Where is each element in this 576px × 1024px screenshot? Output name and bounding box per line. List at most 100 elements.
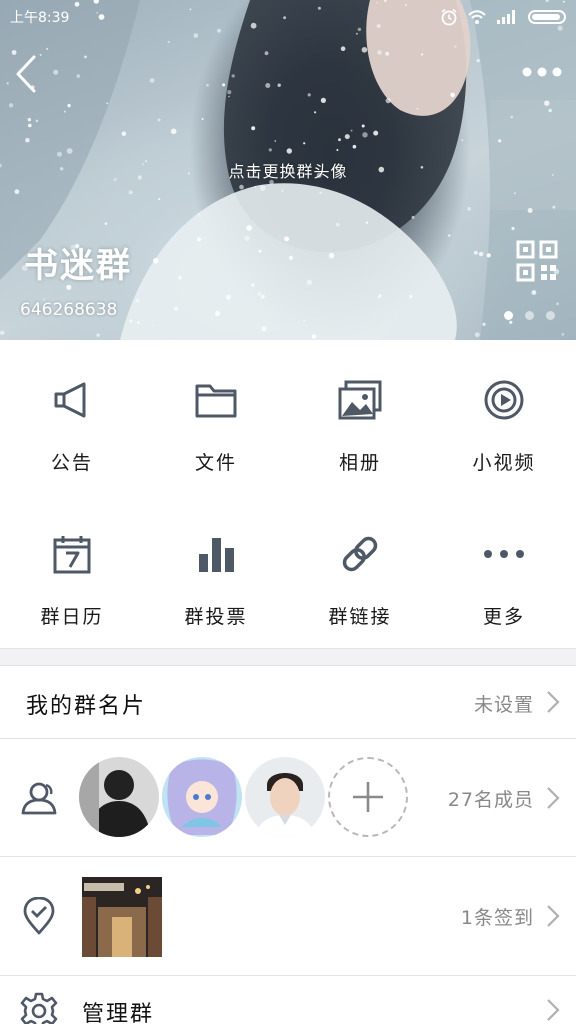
more-options-button[interactable] — [520, 60, 564, 84]
snowflake — [260, 294, 265, 299]
page-dot — [504, 311, 513, 320]
snowflake — [104, 222, 108, 225]
snowflake — [106, 102, 109, 105]
bar-chart-icon — [199, 538, 234, 572]
member-avatar[interactable] — [245, 757, 325, 837]
snowflake — [128, 190, 133, 195]
group-name: 书迷群 — [24, 246, 132, 286]
feature-more[interactable]: 更多 — [432, 494, 576, 648]
checkin-photo[interactable] — [82, 877, 162, 957]
snowflake — [152, 324, 155, 327]
snowflake — [260, 185, 266, 191]
feature-vote[interactable]: 群投票 — [144, 494, 288, 648]
snowflake — [222, 83, 226, 87]
snowflake — [421, 53, 424, 56]
snowflake — [57, 151, 62, 157]
snowflake — [482, 322, 486, 326]
snowflake — [556, 302, 559, 306]
members-icon — [21, 782, 57, 815]
snowflake — [35, 119, 39, 123]
snowflake — [46, 47, 49, 51]
snowflake — [25, 137, 30, 143]
snowflake — [0, 330, 5, 335]
checkin-photo-image — [82, 877, 162, 957]
snowflake — [157, 118, 161, 122]
snowflake — [226, 294, 231, 300]
feature-calendar[interactable]: 群日历 — [0, 494, 144, 648]
wifi-icon — [468, 10, 486, 24]
video-icon — [484, 380, 524, 420]
snowflake — [365, 221, 369, 224]
page-dot — [525, 311, 534, 320]
snowflake — [314, 111, 317, 114]
snowflake — [244, 235, 250, 241]
snowflake — [352, 144, 357, 149]
feature-label: 更多 — [482, 606, 525, 628]
snowflake — [344, 134, 350, 140]
snowflake — [264, 51, 269, 56]
feature-announcement[interactable]: 公告 — [0, 340, 144, 494]
member-count: 27名成员 — [447, 789, 534, 811]
snowflake — [476, 59, 480, 63]
snowflake — [231, 74, 235, 78]
snowflake — [336, 149, 339, 151]
group-id: 646268638 — [20, 300, 118, 320]
members-row[interactable]: 27名成员 — [0, 739, 576, 857]
chevron-right-icon — [547, 787, 560, 809]
snowflake — [416, 107, 419, 110]
snowflake — [254, 186, 256, 188]
snowflake — [338, 138, 341, 142]
back-button[interactable] — [10, 52, 42, 96]
snowflake — [227, 90, 232, 95]
snowflake — [239, 184, 244, 190]
snowflake — [467, 206, 472, 211]
snowflake — [385, 98, 391, 104]
snowflake — [362, 132, 368, 138]
checkin-row[interactable]: 1条签到 — [0, 857, 576, 976]
snowflake — [251, 126, 256, 131]
snowflake — [137, 321, 140, 324]
feature-label: 群日历 — [40, 606, 104, 628]
snowflake — [135, 298, 140, 303]
snowflake — [320, 97, 326, 103]
change-avatar-hint[interactable]: 点击更换群头像 — [0, 158, 576, 182]
member-avatar-image — [79, 757, 159, 837]
snowflake — [258, 249, 262, 253]
plus-icon — [353, 782, 383, 812]
gear-icon — [20, 992, 58, 1024]
group-cover-header[interactable]: 上午8:39 点击更换群头像 书迷群 646268638 — [0, 0, 576, 340]
member-avatar[interactable] — [162, 757, 242, 837]
snowflake — [63, 110, 66, 113]
snowflake — [167, 40, 170, 44]
feature-label: 文件 — [194, 452, 237, 474]
snowflake — [377, 295, 381, 299]
snowflake — [14, 189, 20, 195]
manage-group-row[interactable]: 管理群 — [0, 976, 576, 1024]
feature-label: 群投票 — [184, 606, 248, 628]
more-horizontal-icon — [522, 67, 562, 77]
snowflake — [510, 115, 513, 119]
snowflake — [173, 306, 178, 311]
add-member-button[interactable] — [328, 757, 408, 837]
snowflake — [473, 250, 478, 255]
feature-files[interactable]: 文件 — [144, 340, 288, 494]
snowflake — [158, 197, 161, 201]
snowflake — [6, 82, 9, 85]
snowflake — [350, 129, 353, 132]
snowflake — [228, 95, 230, 98]
feature-short-video[interactable]: 小视频 — [432, 340, 576, 494]
feature-link[interactable]: 群链接 — [288, 494, 432, 648]
qr-code-button[interactable] — [516, 240, 558, 282]
snowflake — [277, 83, 281, 87]
snowflake — [461, 139, 464, 142]
snowflake — [197, 213, 200, 216]
feature-album[interactable]: 相册 — [288, 340, 432, 494]
snowflake — [478, 251, 484, 257]
snowflake — [454, 45, 457, 48]
snowflake — [340, 46, 346, 51]
snowflake — [527, 208, 533, 213]
member-avatar[interactable] — [79, 757, 159, 837]
my-group-card-row[interactable]: 我的群名片 未设置 — [0, 666, 576, 739]
snowflake — [170, 128, 177, 135]
feature-label: 相册 — [338, 452, 381, 474]
